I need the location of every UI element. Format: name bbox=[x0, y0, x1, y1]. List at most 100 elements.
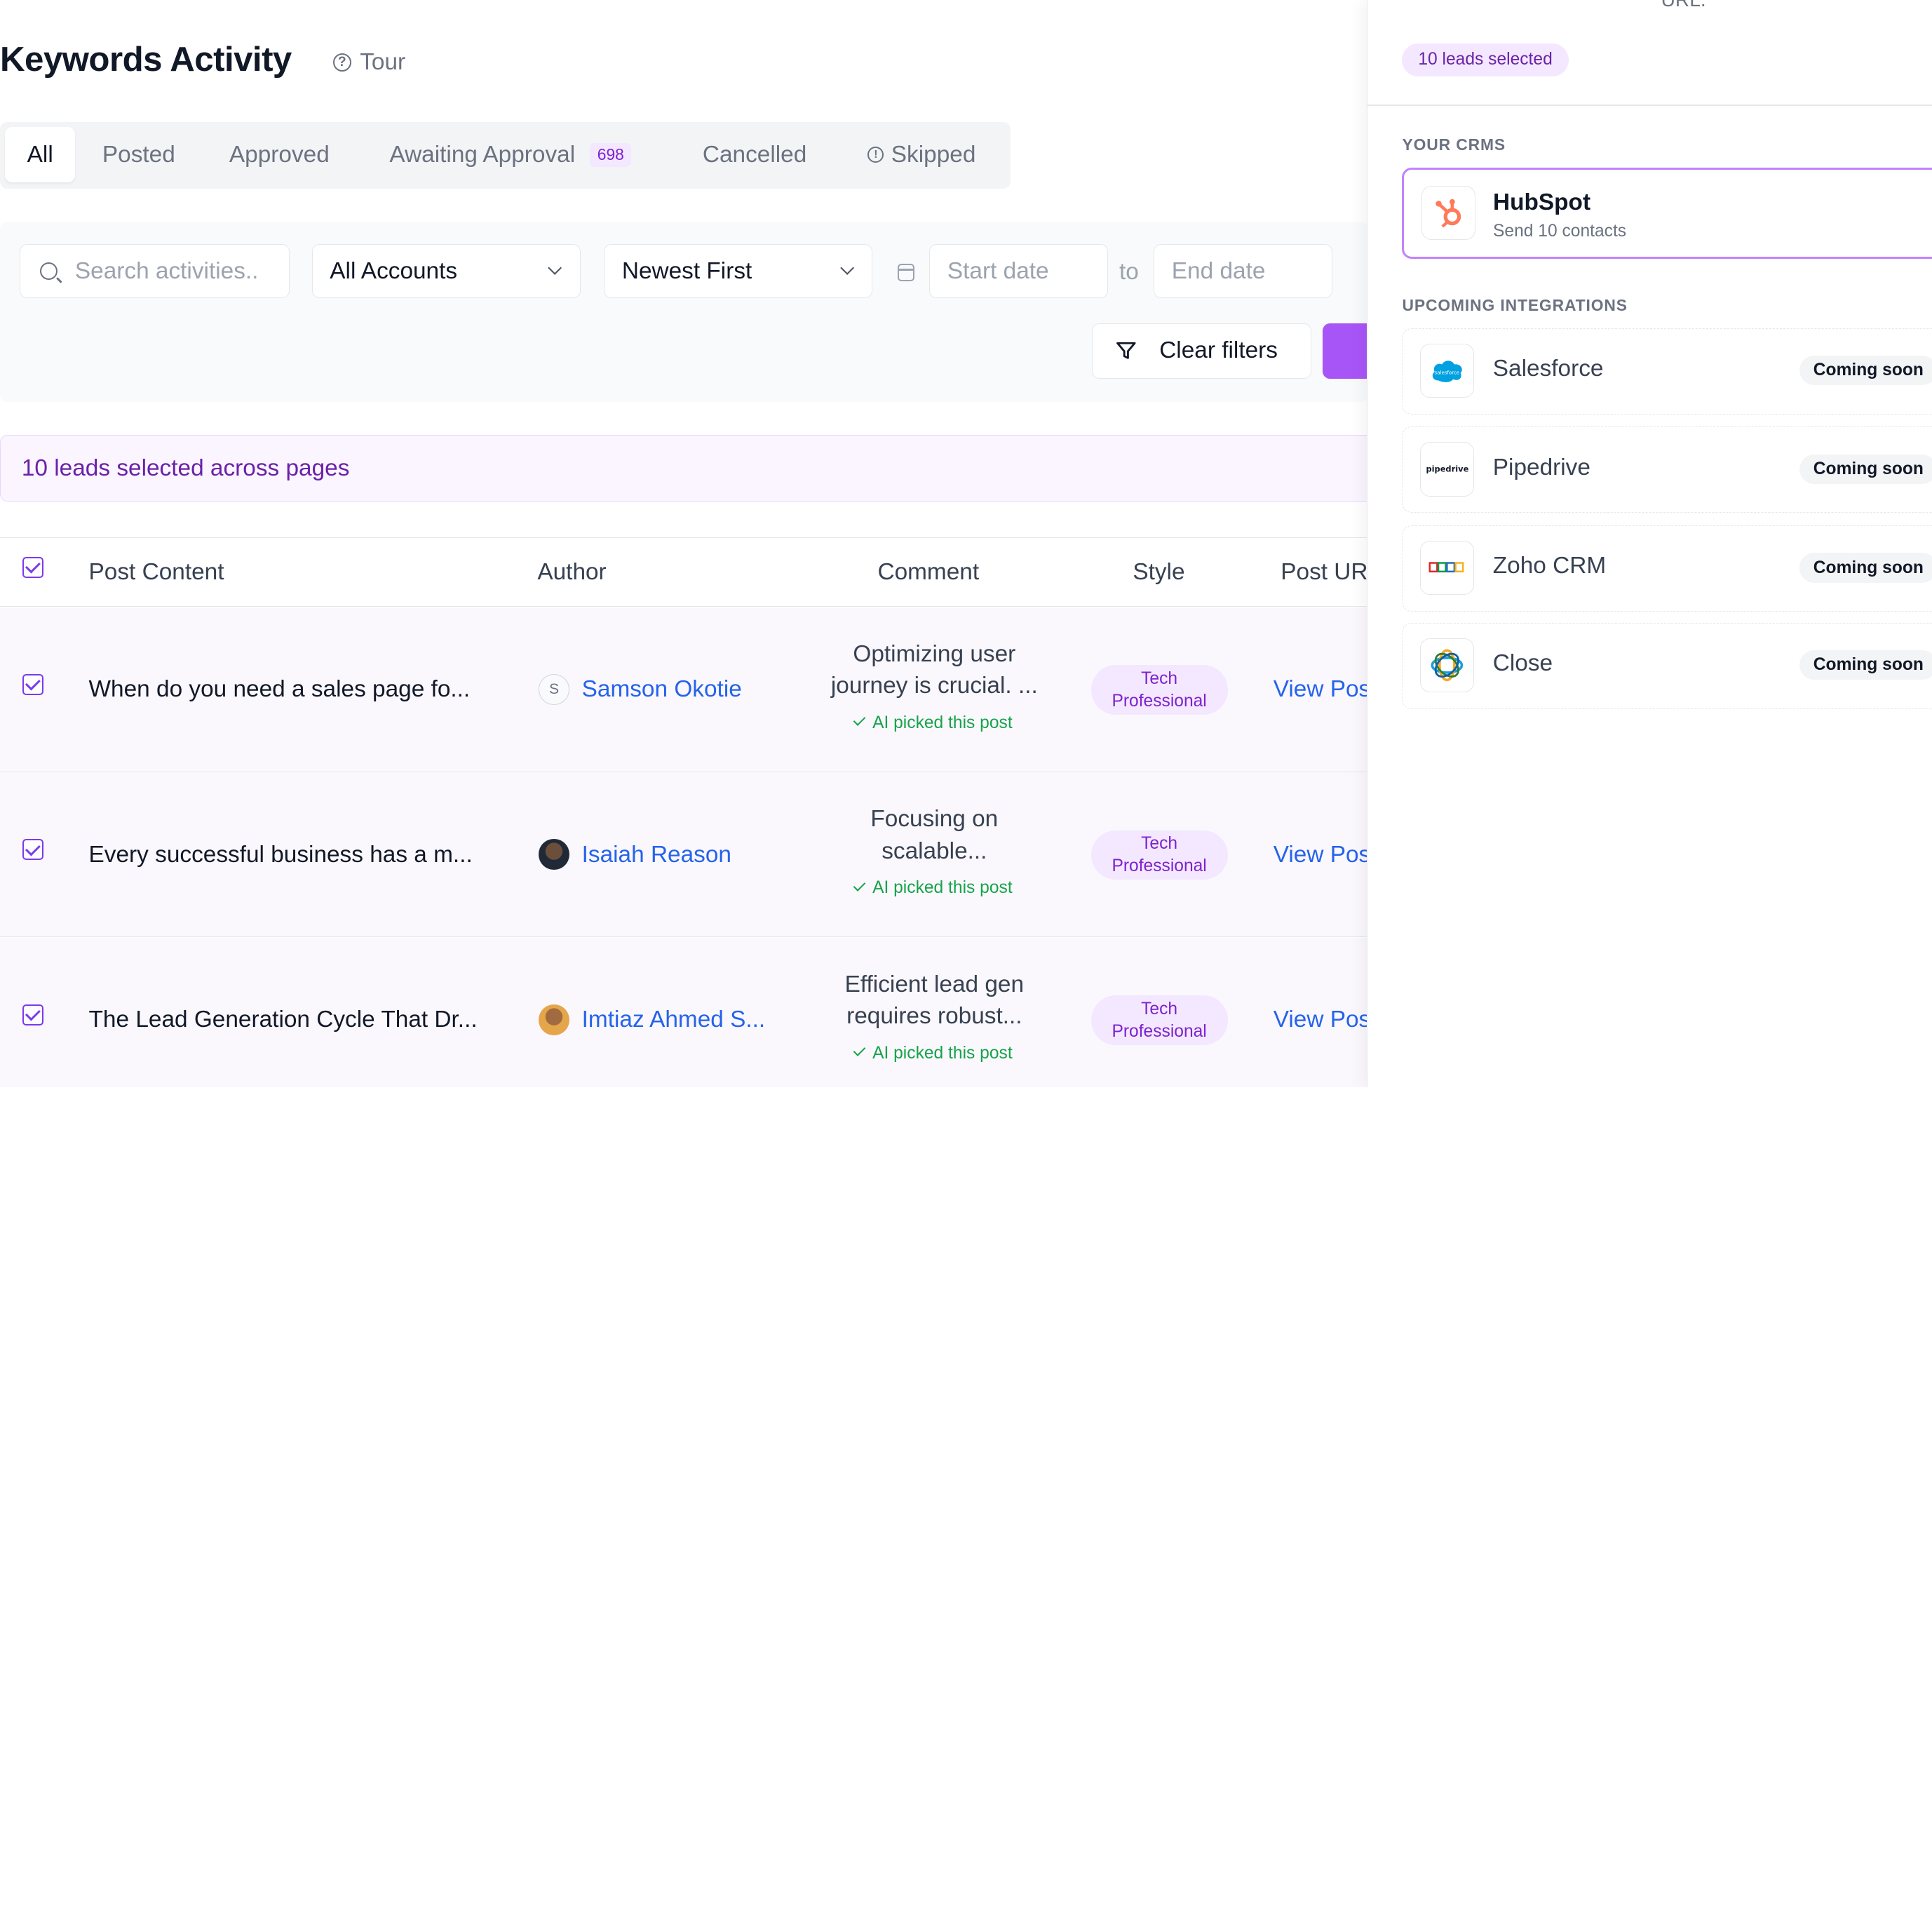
ai-picked-note: AI picked this post bbox=[818, 878, 1050, 898]
header-post-content[interactable]: Post Content bbox=[89, 559, 224, 586]
comment-line: Optimizing user bbox=[853, 640, 1016, 667]
tab-posted[interactable]: Posted bbox=[102, 127, 175, 182]
hubspot-subtitle: Send 10 contacts bbox=[1493, 221, 1627, 241]
table-header: Post Content Author Comment Style Post U… bbox=[0, 538, 1405, 607]
hubspot-card[interactable]: HubSpot Send 10 contacts bbox=[1402, 168, 1932, 260]
comment-line: Focusing on bbox=[870, 806, 999, 833]
select-all-checkbox[interactable] bbox=[22, 556, 43, 578]
tour-button[interactable]: ? Tour bbox=[332, 49, 406, 76]
header-post-url[interactable]: Post URL bbox=[1281, 559, 1381, 586]
page-title: Keywords Activity bbox=[0, 40, 292, 79]
tab-all[interactable]: All bbox=[5, 127, 76, 183]
ai-note-text: AI picked this post bbox=[872, 713, 1013, 732]
coming-soon-badge: Coming soon bbox=[1799, 553, 1932, 583]
tab-approved[interactable]: Approved bbox=[229, 127, 330, 182]
comment-line: scalable... bbox=[881, 838, 987, 864]
svg-text:pipedrive: pipedrive bbox=[1426, 464, 1468, 473]
comment-text[interactable]: Focusing on scalable... bbox=[818, 803, 1050, 867]
integration-zoho: Zoho CRM Coming soon bbox=[1402, 525, 1932, 612]
tab-label: Approved bbox=[229, 141, 330, 168]
header-comment[interactable]: Comment bbox=[877, 559, 979, 586]
avatar: S bbox=[539, 673, 570, 705]
comment-line: journey is crucial. ... bbox=[830, 673, 1038, 699]
accounts-value: All Accounts bbox=[330, 257, 458, 284]
end-date-input[interactable]: End date bbox=[1154, 244, 1333, 299]
table-row[interactable]: When do you need a sales page fo... S Sa… bbox=[0, 607, 1405, 772]
ai-picked-note: AI picked this post bbox=[818, 1044, 1050, 1063]
start-date-input[interactable]: Start date bbox=[929, 244, 1109, 299]
tab-skipped[interactable]: ! Skipped bbox=[867, 127, 975, 182]
crm-export-panel: URL. 10 leads selected YOUR CRMS HubSpot… bbox=[1367, 0, 1932, 1088]
view-post-link[interactable]: View Post bbox=[1274, 1007, 1377, 1033]
upcoming-heading: UPCOMING INTEGRATIONS bbox=[1402, 295, 1628, 314]
tab-cancelled[interactable]: Cancelled bbox=[703, 127, 806, 182]
accounts-select[interactable]: All Accounts bbox=[311, 244, 581, 299]
integration-salesforce: salesforce Salesforce Coming soon bbox=[1402, 328, 1932, 415]
tab-label: Posted bbox=[102, 141, 175, 168]
check-icon bbox=[853, 879, 866, 892]
style-line: Tech bbox=[1141, 999, 1178, 1018]
svg-text:salesforce: salesforce bbox=[1435, 370, 1460, 376]
comment-line: requires robust... bbox=[846, 1003, 1022, 1030]
author-link[interactable]: Imtiaz Ahmed S... bbox=[582, 1007, 766, 1033]
comment-text[interactable]: Efficient lead gen requires robust... bbox=[818, 969, 1050, 1033]
tab-awaiting-approval[interactable]: Awaiting Approval 698 bbox=[389, 127, 632, 182]
header-style[interactable]: Style bbox=[1133, 559, 1184, 586]
post-content[interactable]: Every successful business has a m... bbox=[89, 842, 473, 868]
view-post-link[interactable]: View Post bbox=[1274, 842, 1377, 868]
table-row[interactable]: The Lead Generation Cycle That Dr... Imt… bbox=[0, 937, 1405, 1088]
style-line: Professional bbox=[1112, 856, 1207, 876]
panel-divider bbox=[1367, 105, 1932, 107]
integration-pipedrive: pipedrive Pipedrive Coming soon bbox=[1402, 426, 1932, 513]
close-crm-icon bbox=[1420, 638, 1475, 693]
tour-label: Tour bbox=[360, 49, 406, 76]
tab-label: Awaiting Approval bbox=[389, 141, 576, 168]
post-content[interactable]: When do you need a sales page fo... bbox=[89, 676, 471, 703]
pipedrive-icon: pipedrive bbox=[1420, 442, 1475, 497]
integration-name: Close bbox=[1492, 650, 1553, 677]
info-icon: ! bbox=[867, 147, 884, 163]
style-badge: Tech Professional bbox=[1090, 830, 1228, 880]
tab-label: Skipped bbox=[891, 141, 976, 168]
sort-select[interactable]: Newest First bbox=[604, 244, 873, 299]
activity-table: Post Content Author Comment Style Post U… bbox=[0, 537, 1405, 1088]
search-input[interactable]: Search activities.. bbox=[20, 244, 290, 299]
style-line: Tech bbox=[1141, 668, 1178, 688]
comment-line: Efficient lead gen bbox=[844, 971, 1025, 997]
clear-filters-label: Clear filters bbox=[1159, 337, 1278, 364]
comment-text[interactable]: Optimizing user journey is crucial. ... bbox=[818, 638, 1050, 702]
author-link[interactable]: Isaiah Reason bbox=[582, 842, 731, 868]
check-icon bbox=[853, 713, 866, 727]
table-row[interactable]: Every successful business has a m... Isa… bbox=[0, 772, 1405, 938]
row-checkbox[interactable] bbox=[22, 839, 43, 861]
avatar bbox=[539, 839, 570, 870]
integration-name: Salesforce bbox=[1492, 356, 1604, 382]
header-author[interactable]: Author bbox=[537, 559, 606, 586]
row-checkbox[interactable] bbox=[22, 673, 43, 695]
search-placeholder: Search activities.. bbox=[74, 257, 259, 284]
date-range-separator: to bbox=[1119, 259, 1139, 285]
chevron-down-icon bbox=[548, 261, 562, 276]
style-line: Professional bbox=[1112, 1021, 1207, 1041]
coming-soon-badge: Coming soon bbox=[1799, 650, 1932, 680]
author-link[interactable]: Samson Okotie bbox=[582, 676, 742, 703]
post-content[interactable]: The Lead Generation Cycle That Dr... bbox=[89, 1007, 478, 1033]
check-icon bbox=[853, 1044, 866, 1057]
clear-filters-button[interactable]: Clear filters bbox=[1092, 323, 1312, 379]
sort-value: Newest First bbox=[621, 257, 752, 284]
style-badge: Tech Professional bbox=[1090, 665, 1228, 715]
crms-heading: YOUR CRMS bbox=[1402, 135, 1506, 154]
view-post-link[interactable]: View Post bbox=[1274, 676, 1377, 703]
integration-name: Pipedrive bbox=[1492, 454, 1590, 480]
style-badge: Tech Professional bbox=[1090, 995, 1228, 1045]
ai-picked-note: AI picked this post bbox=[818, 713, 1050, 733]
filter-icon bbox=[1115, 339, 1137, 362]
awaiting-count-badge: 698 bbox=[590, 142, 632, 167]
calendar-icon bbox=[897, 264, 915, 281]
tab-label: Cancelled bbox=[702, 141, 807, 168]
style-line: Tech bbox=[1141, 834, 1178, 854]
hubspot-icon bbox=[1421, 185, 1476, 241]
status-tabs: All Posted Approved Awaiting Approval 69… bbox=[0, 122, 1011, 189]
coming-soon-badge: Coming soon bbox=[1799, 356, 1932, 386]
row-checkbox[interactable] bbox=[22, 1004, 43, 1025]
